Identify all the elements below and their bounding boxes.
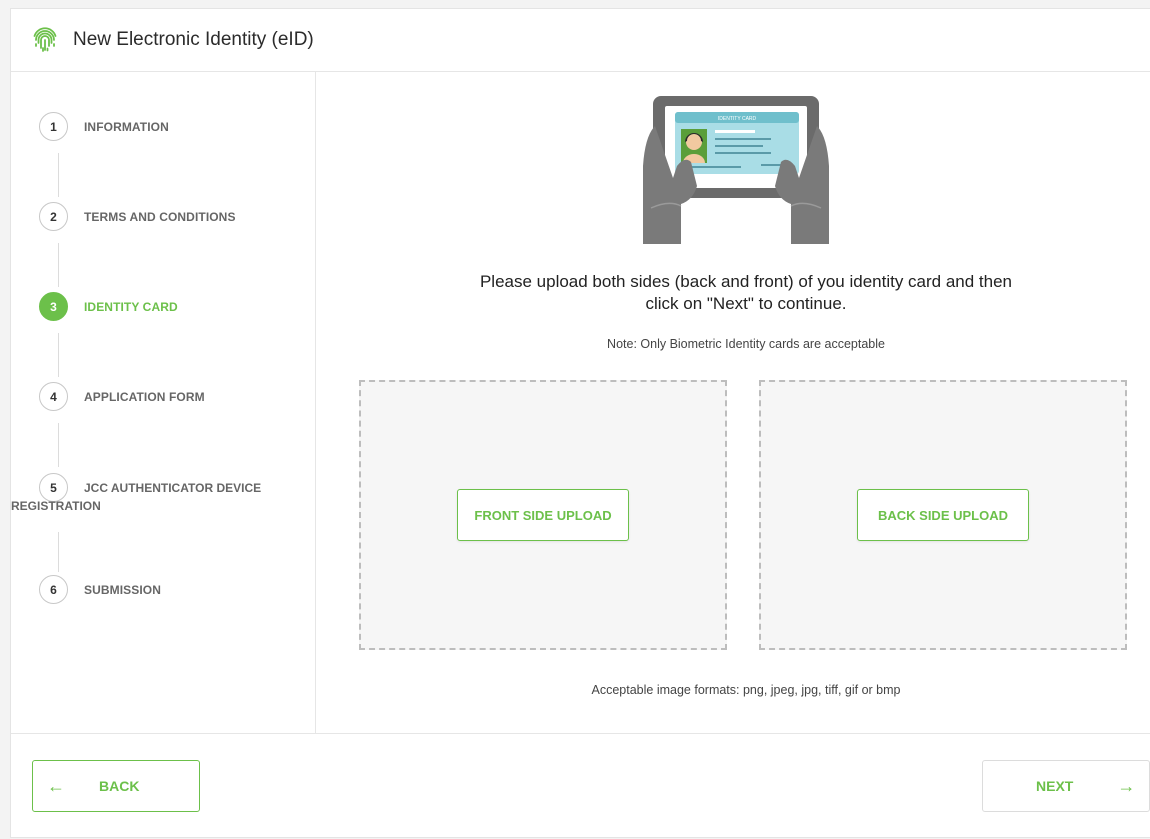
- back-side-upload-button[interactable]: BACK SIDE UPLOAD: [857, 489, 1029, 541]
- page-title: New Electronic Identity (eID): [73, 29, 314, 50]
- step-number: 4: [39, 382, 68, 411]
- card-title-text: IDENTITY CARD: [718, 116, 757, 122]
- acceptable-formats-text: Acceptable image formats: png, jpeg, jpg…: [591, 683, 901, 697]
- step-number: 5: [39, 473, 68, 502]
- step-connector: [58, 153, 59, 197]
- step-connector: [58, 333, 59, 377]
- step-number: 2: [39, 202, 68, 231]
- step-label: IDENTITY CARD: [84, 299, 178, 314]
- step-application-form[interactable]: 4 APPLICATION FORM: [39, 382, 205, 411]
- step-number: 6: [39, 575, 68, 604]
- main-content: IDENTITY CARD Please upload both sides (…: [316, 72, 1150, 733]
- step-information[interactable]: 1 INFORMATION: [39, 112, 169, 141]
- page-header: New Electronic Identity (eID): [11, 9, 1150, 72]
- step-connector: [58, 532, 59, 572]
- arrow-left-icon: ←: [47, 775, 65, 796]
- back-side-dropzone[interactable]: BACK SIDE UPLOAD: [759, 380, 1127, 650]
- step-connector: [58, 423, 59, 467]
- front-side-dropzone[interactable]: FRONT SIDE UPLOAD: [359, 380, 727, 650]
- front-side-upload-button[interactable]: FRONT SIDE UPLOAD: [457, 489, 629, 541]
- step-label-continued: REGISTRATION: [11, 499, 101, 513]
- step-connector: [58, 243, 59, 287]
- step-submission[interactable]: 6 SUBMISSION: [39, 575, 161, 604]
- step-number-text: 5: [50, 480, 57, 495]
- step-label: SUBMISSION: [84, 582, 162, 597]
- eid-wizard-card: New Electronic Identity (eID) 1 INFORMAT…: [10, 8, 1150, 838]
- step-terms-and-conditions[interactable]: 2 TERMS AND CONDITIONS: [39, 202, 236, 231]
- step-identity-card[interactable]: 3 IDENTITY CARD: [39, 292, 178, 321]
- back-button[interactable]: ← BACK: [32, 760, 200, 812]
- step-number: 1: [39, 112, 68, 141]
- stepper-sidebar: 1 INFORMATION 2 TERMS AND CONDITIONS 3 I…: [11, 72, 316, 733]
- upload-instructions: Please upload both sides (back and front…: [316, 271, 1076, 315]
- arrow-right-icon: →: [1117, 775, 1136, 796]
- step-label: JCC AUTHENTICATOR DEVICE: [84, 480, 262, 495]
- identity-card-tablet-illustration: IDENTITY CARD: [643, 96, 829, 244]
- wizard-footer: ← BACK NEXT →: [11, 733, 1150, 839]
- next-button[interactable]: NEXT →: [982, 760, 1150, 812]
- instruction-line: click on "Next" to continue.: [645, 294, 847, 313]
- step-label: TERMS AND CONDITIONS: [84, 209, 236, 224]
- step-number: 3: [39, 292, 68, 321]
- step-jcc-authenticator[interactable]: 5 JCC AUTHENTICATOR DEVICE REGISTRATION: [11, 473, 299, 513]
- next-button-label: NEXT: [1036, 778, 1074, 794]
- back-button-label: BACK: [99, 778, 140, 794]
- fingerprint-icon: [33, 27, 57, 52]
- step-label: APPLICATION FORM: [84, 389, 205, 404]
- step-label: INFORMATION: [84, 119, 169, 134]
- biometric-note: Note: Only Biometric Identity cards are …: [607, 337, 885, 351]
- instruction-line: Please upload both sides (back and front…: [479, 272, 1013, 291]
